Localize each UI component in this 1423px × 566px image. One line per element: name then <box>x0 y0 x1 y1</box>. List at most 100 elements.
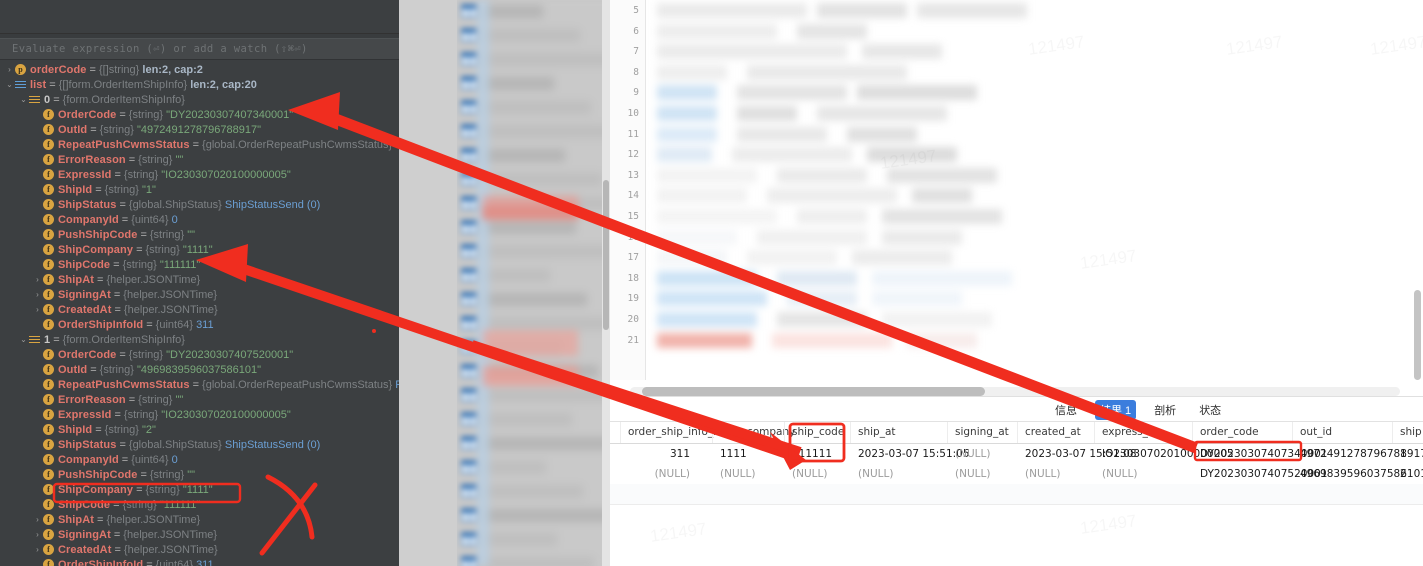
variable-row[interactable]: ›f OrderShipInfoId={uint64} 311 <box>0 557 399 566</box>
variable-row[interactable]: ›f OutId={string} "4972491278796788917" <box>0 122 399 137</box>
column-header[interactable]: order_ship_info_id <box>628 426 723 438</box>
column-separator[interactable] <box>1017 422 1018 443</box>
variable-row[interactable]: ›f ExpressId={string} "IO2303070201000000… <box>0 407 399 422</box>
blurred-table-name[interactable] <box>483 269 550 282</box>
blurred-table-name[interactable] <box>483 149 565 162</box>
chevron-right-icon[interactable]: › <box>32 512 43 527</box>
blurred-table-name[interactable] <box>483 413 572 426</box>
database-object-list-panel[interactable] <box>399 0 610 566</box>
blurred-table-name[interactable] <box>483 101 591 114</box>
variable-row[interactable]: › f SigningAt = {helper.JSONTime} <box>0 527 399 542</box>
column-header[interactable]: ship <box>1400 426 1422 438</box>
variable-row[interactable]: ⌄ 0 = {form.OrderItemShipInfo} <box>0 92 399 107</box>
table-row[interactable]: (NULL) (NULL) (NULL) (NULL) (NULL) (NULL) (NUL… <box>610 464 1423 484</box>
column-separator[interactable] <box>712 422 713 443</box>
table-row[interactable]: 311 1111 111111 2023-03-07 15:51:05 (NULL) 20… <box>610 444 1423 464</box>
variable-row[interactable]: ›f OrderCode={string} "DY2023030740734000… <box>0 107 399 122</box>
variable-row[interactable]: ›f ErrorReason={string} "" <box>0 392 399 407</box>
column-separator[interactable] <box>1094 422 1095 443</box>
chevron-right-icon[interactable]: › <box>32 542 43 557</box>
column-header[interactable]: created_at <box>1025 426 1081 438</box>
column-separator[interactable] <box>1192 422 1193 443</box>
blurred-table-name[interactable] <box>483 461 546 474</box>
variable-row[interactable]: ›f ShipId={string} "1" <box>0 182 399 197</box>
mid-panel-scroll-area[interactable] <box>602 0 610 566</box>
variable-row[interactable]: ›f RepeatPushCwmsStatus={global.OrderRepe… <box>0 137 399 152</box>
result-tab[interactable]: 信息 <box>1050 400 1082 420</box>
result-tab[interactable]: 状态 <box>1194 400 1226 420</box>
table-cell[interactable]: (NULL) <box>955 448 990 460</box>
column-header[interactable]: express_id <box>1102 426 1157 438</box>
variable-row[interactable]: ›f ShipCompany={string} "1111" <box>0 242 399 257</box>
blurred-table-name[interactable] <box>483 437 609 450</box>
table-cell[interactable]: (NULL) <box>1025 468 1060 480</box>
column-header[interactable]: order_code <box>1200 426 1259 438</box>
blurred-table-name[interactable] <box>483 485 583 498</box>
table-cell[interactable]: (NULL) <box>792 468 827 480</box>
variable-row[interactable]: ›f OrderCode={string} "DY2023030740752000… <box>0 347 399 362</box>
table-cell[interactable]: 1 <box>1400 448 1407 460</box>
column-header[interactable]: signing_at <box>955 426 1009 438</box>
blurred-table-name[interactable] <box>483 5 543 18</box>
table-cell[interactable]: 2 <box>1400 468 1407 480</box>
table-cell[interactable]: (NULL) <box>655 468 690 480</box>
column-header[interactable]: ship_code <box>792 426 844 438</box>
table-cell[interactable]: (NULL) <box>858 468 893 480</box>
column-separator[interactable] <box>1392 422 1393 443</box>
column-separator[interactable] <box>947 422 948 443</box>
variable-row[interactable]: ⌄ list = {[]form.OrderItemShipInfo} len:2, … <box>0 77 399 92</box>
variable-row[interactable]: › f SigningAt = {helper.JSONTime} <box>0 287 399 302</box>
blurred-table-name[interactable] <box>483 293 587 306</box>
variables-tree[interactable]: › p orderCode = {[]string} len:2, cap:2 ⌄ list… <box>0 60 399 566</box>
variable-row[interactable]: ›f ShipStatus={global.ShipStatus} ShipSta… <box>0 197 399 212</box>
table-cell[interactable]: 2023-03-07 15:51:05 <box>858 448 970 460</box>
variable-row[interactable]: ›f ErrorReason={string} "" <box>0 152 399 167</box>
editor-horizontal-scrollbar-thumb[interactable] <box>642 387 985 396</box>
variable-row[interactable]: › f CreatedAt = {helper.JSONTime} <box>0 542 399 557</box>
chevron-right-icon[interactable]: › <box>32 287 43 302</box>
column-separator[interactable] <box>784 422 785 443</box>
variable-row[interactable]: ›f OrderShipInfoId={uint64} 311 <box>0 317 399 332</box>
variable-row[interactable]: › p orderCode = {[]string} len:2, cap:2 <box>0 62 399 77</box>
results-tab-bar[interactable]: 信息 结果 1 剖析 状态 <box>610 399 1423 422</box>
column-separator[interactable] <box>620 422 621 443</box>
blurred-table-name[interactable] <box>483 245 610 258</box>
column-separator[interactable] <box>850 422 851 443</box>
chevron-right-icon[interactable]: › <box>4 62 15 77</box>
variable-row[interactable]: ›f ShipCode={string} "111111" <box>0 497 399 512</box>
variable-row[interactable]: › f ShipAt = {helper.JSONTime} <box>0 272 399 287</box>
blurred-table-name[interactable] <box>483 317 610 330</box>
blurred-table-name[interactable] <box>483 125 610 138</box>
variable-row[interactable]: ›f ExpressId={string} "IO2303070201000000… <box>0 167 399 182</box>
sql-editor[interactable]: 56789101112131415161718192021 121497 121… <box>610 0 1423 380</box>
variable-row[interactable]: ›f CompanyId={uint64} 0 <box>0 212 399 227</box>
blurred-table-name[interactable] <box>483 221 576 234</box>
result-tab[interactable]: 剖析 <box>1149 400 1181 420</box>
variable-row[interactable]: ⌄ 1 = {form.OrderItemShipInfo} <box>0 332 399 347</box>
table-cell[interactable]: (NULL) <box>1102 468 1137 480</box>
chevron-down-icon[interactable]: ⌄ <box>18 92 29 107</box>
mid-panel-scrollbar-thumb[interactable] <box>603 180 609 330</box>
editor-vertical-scrollbar[interactable] <box>1414 290 1421 380</box>
result-tab[interactable]: 结果 1 <box>1095 400 1137 420</box>
table-cell[interactable]: 311 <box>670 448 690 460</box>
blurred-table-name[interactable] <box>483 509 610 522</box>
variable-row[interactable]: ›f CompanyId={uint64} 0 <box>0 452 399 467</box>
variable-row[interactable]: ›f PushShipCode={string} "" <box>0 227 399 242</box>
variable-row[interactable]: ›f ShipId={string} "2" <box>0 422 399 437</box>
table-cell[interactable]: 111111 <box>792 448 832 460</box>
column-separator[interactable] <box>1292 422 1293 443</box>
chevron-right-icon[interactable]: › <box>32 527 43 542</box>
blurred-table-name[interactable] <box>483 557 594 566</box>
column-header[interactable]: out_id <box>1300 426 1332 438</box>
table-cell[interactable]: (NULL) <box>955 468 990 480</box>
variable-row[interactable]: ›f ShipStatus={global.ShipStatus} ShipSta… <box>0 437 399 452</box>
variable-row[interactable]: ›f PushShipCode={string} "" <box>0 467 399 482</box>
table-cell[interactable]: (NULL) <box>720 468 755 480</box>
watch-expression-input[interactable]: Evaluate expression (⏎) or add a watch (… <box>0 38 399 60</box>
chevron-down-icon[interactable]: ⌄ <box>4 77 15 92</box>
blurred-table-name[interactable] <box>483 77 554 90</box>
table-cell[interactable]: 1111 <box>720 448 747 460</box>
variable-row[interactable]: › f ShipAt = {helper.JSONTime} <box>0 512 399 527</box>
variable-row[interactable]: ›f ShipCode={string} "111111" <box>0 257 399 272</box>
